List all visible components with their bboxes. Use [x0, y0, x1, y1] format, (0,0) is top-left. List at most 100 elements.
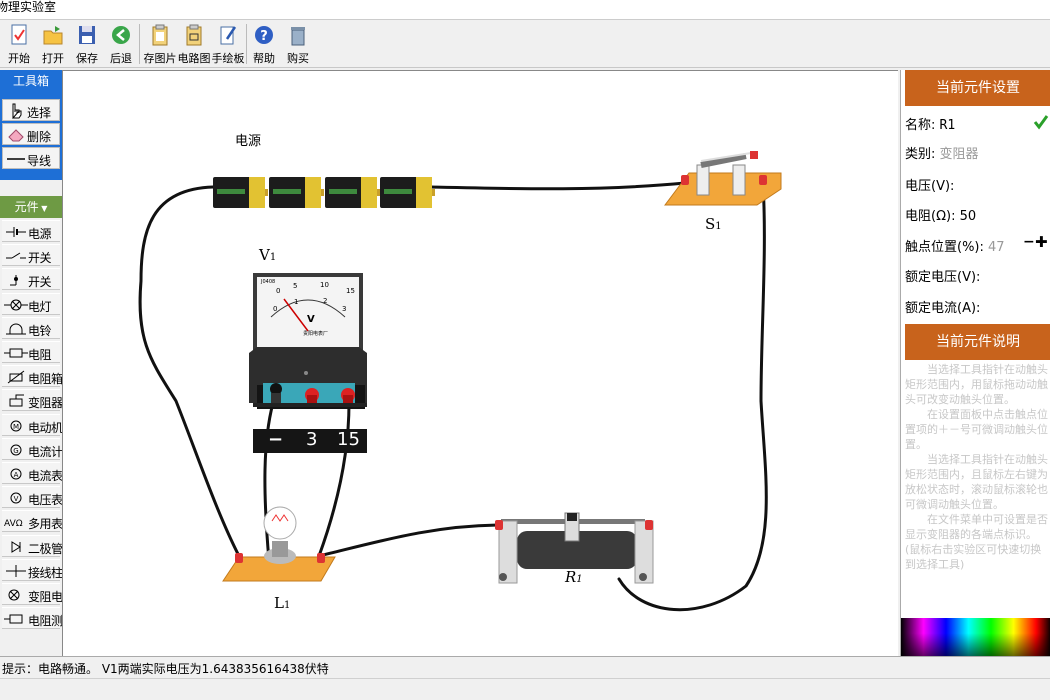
component-lamp[interactable]: 电灯	[2, 292, 60, 315]
component-bell[interactable]: 电铃	[2, 316, 60, 339]
variable-lamp-icon	[8, 589, 20, 601]
switch-icon	[6, 252, 26, 259]
delete-tool[interactable]: 删除	[2, 123, 60, 145]
component-label: 电灯	[28, 299, 52, 314]
svg-text:?: ?	[260, 29, 268, 44]
title-bar: 物理实验室	[0, 0, 1050, 20]
lamp-label: L1	[274, 594, 291, 612]
svg-text:V: V	[14, 495, 19, 503]
component-label: 电阻箱	[28, 372, 63, 387]
trash-cart-icon	[291, 27, 305, 46]
new-file-icon	[11, 24, 27, 45]
buy-button[interactable]: 购买	[281, 22, 315, 66]
resistance-test-icon	[4, 614, 23, 624]
power-label: 电源	[235, 134, 262, 149]
left-palette: 工具箱 选择 删除 导线 元件 ▼ 电源 开关 开关 电灯 电铃 电阻 电阻箱 变阻器 M 电动机…	[0, 70, 75, 656]
help-icon: ?	[255, 26, 273, 44]
settings-panel: 当前元件设置 名称: R1 类别: 变阻器 电压(V): 电阻(Ω): 50 触…	[900, 70, 1050, 656]
name-value[interactable]: R1	[940, 118, 956, 133]
rheostat-icon	[9, 394, 24, 407]
component-label: 电流表	[28, 469, 63, 483]
component-label: 电压表	[28, 493, 63, 508]
select-tool[interactable]: 选择	[2, 99, 60, 121]
main-toolbar: 开始 打开 保存 后退 存图片 电路图 手绘板 ? 帮助 购买	[0, 20, 1050, 68]
experiment-area[interactable]: 电源 V1 S1 L1 R1 J0408 0 5 10 15 0 1 2 3 V…	[62, 70, 898, 656]
wire-line-icon	[7, 158, 25, 160]
back-arrow-icon	[112, 26, 130, 44]
name-row: 名称: R1	[905, 118, 956, 133]
wires[interactable]	[138, 181, 768, 612]
meter-maker: 贵阳电表厂	[303, 331, 329, 337]
component-diode[interactable]: 二极管	[2, 534, 63, 557]
rated-voltage-row: 额定电压(V):	[905, 270, 981, 285]
meter-unit: V	[307, 314, 315, 325]
battery-pack[interactable]	[213, 177, 435, 208]
component-power[interactable]: 电源	[2, 220, 60, 242]
description-text: 当选择工具指针在动触头矩形范围内，用鼠标拖动动触头可改变动触头位置。 在设置面板…	[905, 363, 1048, 571]
bell-icon	[6, 323, 26, 335]
binding-post-icon	[6, 564, 26, 577]
component-ammeter[interactable]: A 电流表	[2, 462, 63, 484]
wire-1	[138, 185, 241, 558]
wire-2	[429, 181, 687, 191]
svg-text:AVΩ: AVΩ	[4, 519, 23, 529]
check-icon[interactable]	[1033, 114, 1049, 130]
contact-row: 触点位置(%): 47	[905, 240, 1005, 255]
meter-scale-top-2: 10	[320, 281, 329, 289]
component-motor[interactable]: M 电动机	[2, 413, 63, 436]
component-switch-single[interactable]: 开关	[2, 268, 60, 291]
component-voltmeter[interactable]: V 电压表	[2, 486, 63, 509]
terminal-minus: −	[268, 429, 284, 450]
resistance-value[interactable]: 50	[960, 209, 977, 224]
color-picker[interactable]	[901, 618, 1050, 656]
lamp-icon	[4, 299, 28, 311]
status-text: 提示：电路畅通。 V1两端实际电压为1.643835616438伏特	[2, 662, 329, 676]
ammeter-icon: A	[10, 468, 22, 480]
component-switch[interactable]: 开关	[2, 244, 60, 267]
meter-scale-bottom-1: 1	[294, 298, 299, 306]
component-label: 多用表	[28, 517, 63, 532]
terminal-3: 3	[306, 429, 318, 450]
svg-text:G: G	[13, 447, 18, 455]
components-header[interactable]: 元件 ▼	[0, 196, 62, 218]
component-rheostat[interactable]: 变阻器	[2, 389, 63, 412]
switch-single-icon	[10, 275, 18, 286]
component-galvanometer[interactable]: G 电流计	[2, 437, 63, 460]
plus-icon[interactable]: ✚	[1035, 233, 1048, 251]
component-resistor-box[interactable]: 电阻箱	[2, 365, 63, 388]
component-binding-post[interactable]: 接线柱	[2, 558, 63, 581]
rated-current-row: 额定电流(A):	[905, 301, 981, 316]
components-title: 元件	[14, 200, 39, 214]
settings-header: 当前元件设置	[905, 70, 1050, 106]
eraser-icon	[8, 129, 24, 142]
folder-open-icon	[43, 26, 63, 45]
wire-tool[interactable]: 导线	[2, 147, 60, 169]
drawing-board-button[interactable]: 手绘板	[211, 22, 245, 66]
terminal-15: 15	[337, 429, 360, 450]
component-label: 变阻器	[28, 396, 63, 411]
power-icon	[6, 227, 26, 237]
multimeter-icon: AVΩ	[4, 519, 23, 529]
diode-icon	[11, 540, 21, 553]
component-label: 接线柱	[28, 565, 63, 580]
resistor-box-icon	[7, 370, 25, 384]
lamp-l1[interactable]	[222, 506, 336, 582]
back-button[interactable]: 后退	[104, 22, 138, 66]
minus-icon[interactable]: −	[1023, 234, 1035, 250]
toolbox-header: 工具箱	[0, 70, 62, 92]
component-label: 电流计	[28, 444, 63, 459]
svg-text:M: M	[13, 423, 19, 431]
component-resistor[interactable]: 电阻	[2, 341, 60, 363]
resistor-icon	[4, 348, 28, 358]
component-label: 电源	[28, 227, 52, 241]
switch-s1[interactable]	[664, 151, 782, 206]
meter-brand: J0408	[261, 279, 276, 285]
type-row: 类别: 变阻器	[905, 147, 979, 162]
description-header: 当前元件说明	[905, 324, 1050, 360]
component-resistance-test[interactable]: 电阻测试	[2, 607, 75, 630]
component-variable-lamp[interactable]: 变阻电灯	[2, 583, 75, 605]
component-label: 开关	[28, 275, 52, 290]
component-label: 电动机	[28, 420, 63, 435]
voltmeter-icon: V	[10, 492, 22, 504]
component-multimeter[interactable]: AVΩ 多用表	[2, 510, 63, 533]
